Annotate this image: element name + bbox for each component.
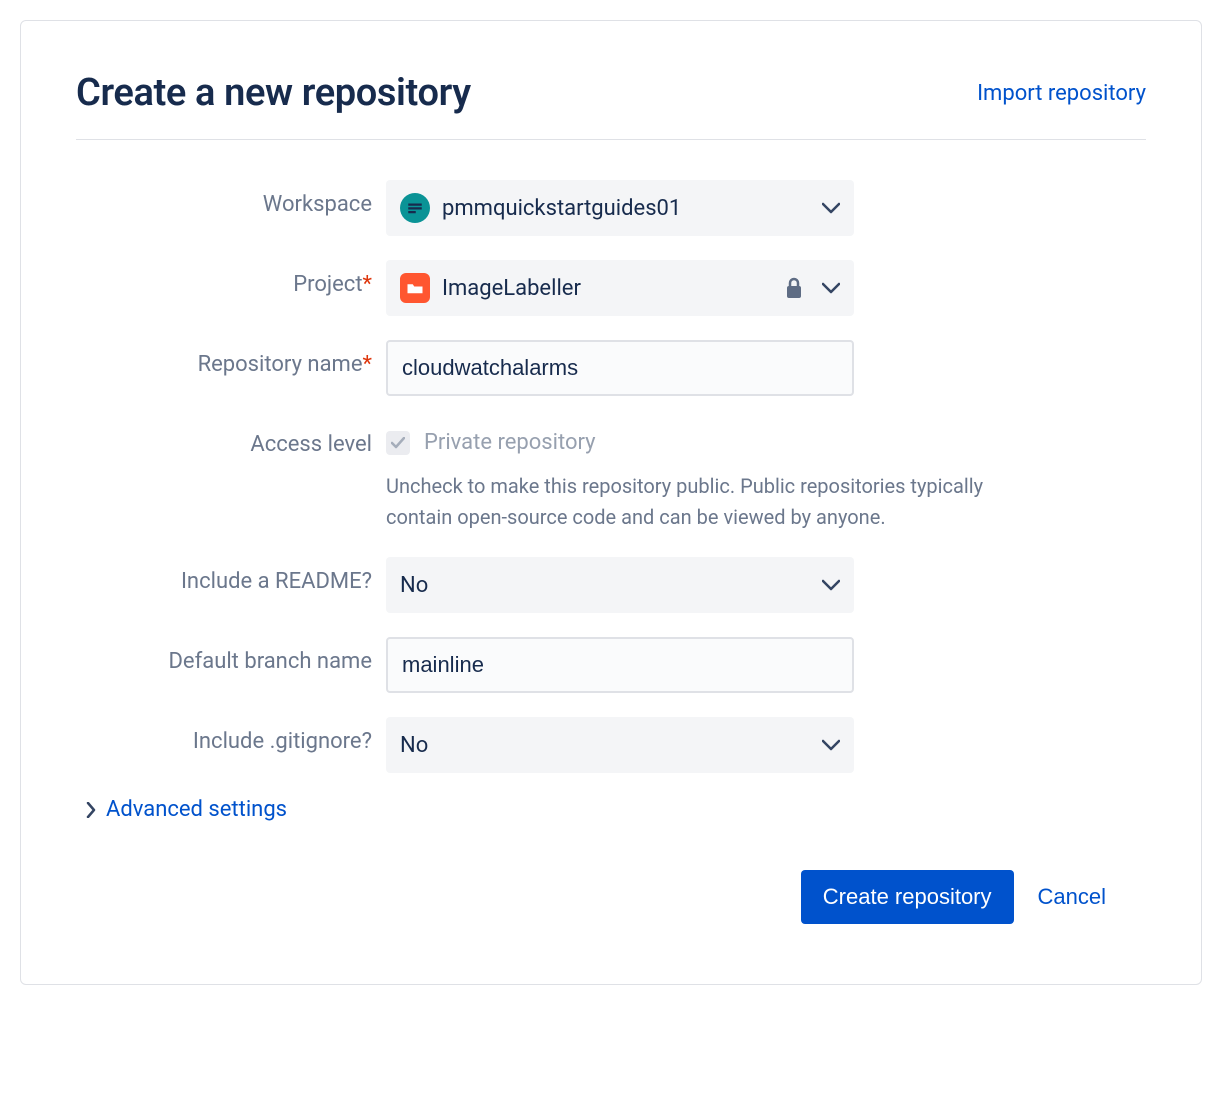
gitignore-row: Include .gitignore? No [76,717,1146,773]
chevron-down-icon [822,202,840,214]
chevron-down-icon [822,739,840,751]
gitignore-value: No [400,733,428,758]
gitignore-label: Include .gitignore? [76,717,386,754]
project-row: Project* ImageLabeller [76,260,1146,316]
chevron-right-icon [86,802,96,818]
private-repo-checkbox[interactable] [386,431,410,455]
default-branch-label: Default branch name [76,637,386,674]
default-branch-input[interactable] [386,637,854,693]
import-repository-link[interactable]: Import repository [977,81,1146,106]
project-value: ImageLabeller [442,276,581,301]
repo-name-row: Repository name* [76,340,1146,396]
workspace-row: Workspace pmmquickstartguides01 [76,180,1146,236]
access-level-row: Access level Private repository Uncheck … [76,420,1146,533]
readme-label: Include a README? [76,557,386,594]
readme-value: No [400,573,428,598]
readme-select[interactable]: No [386,557,854,613]
advanced-settings-label: Advanced settings [106,797,287,822]
access-level-help: Uncheck to make this repository public. … [386,471,1006,533]
readme-row: Include a README? No [76,557,1146,613]
lock-icon [784,277,804,299]
repo-name-input[interactable] [386,340,854,396]
chevron-down-icon [822,579,840,591]
gitignore-select[interactable]: No [386,717,854,773]
create-repository-button[interactable]: Create repository [801,870,1014,924]
page-title: Create a new repository [76,71,471,115]
actions-row: Create repository Cancel [76,870,1146,924]
default-branch-row: Default branch name [76,637,1146,693]
repo-name-label: Repository name* [76,340,386,377]
workspace-select[interactable]: pmmquickstartguides01 [386,180,854,236]
workspace-label: Workspace [76,180,386,217]
private-repo-label: Private repository [424,430,596,455]
check-icon [391,437,405,449]
access-level-label: Access level [76,420,386,457]
advanced-settings-toggle[interactable]: Advanced settings [86,797,1146,822]
project-avatar-icon [400,273,430,303]
workspace-avatar-icon [400,193,430,223]
project-select[interactable]: ImageLabeller [386,260,854,316]
workspace-value: pmmquickstartguides01 [442,196,681,221]
project-label: Project* [76,260,386,297]
cancel-button[interactable]: Cancel [1038,884,1106,910]
header-row: Create a new repository Import repositor… [76,71,1146,140]
chevron-down-icon [822,282,840,294]
create-repo-panel: Create a new repository Import repositor… [20,20,1202,985]
